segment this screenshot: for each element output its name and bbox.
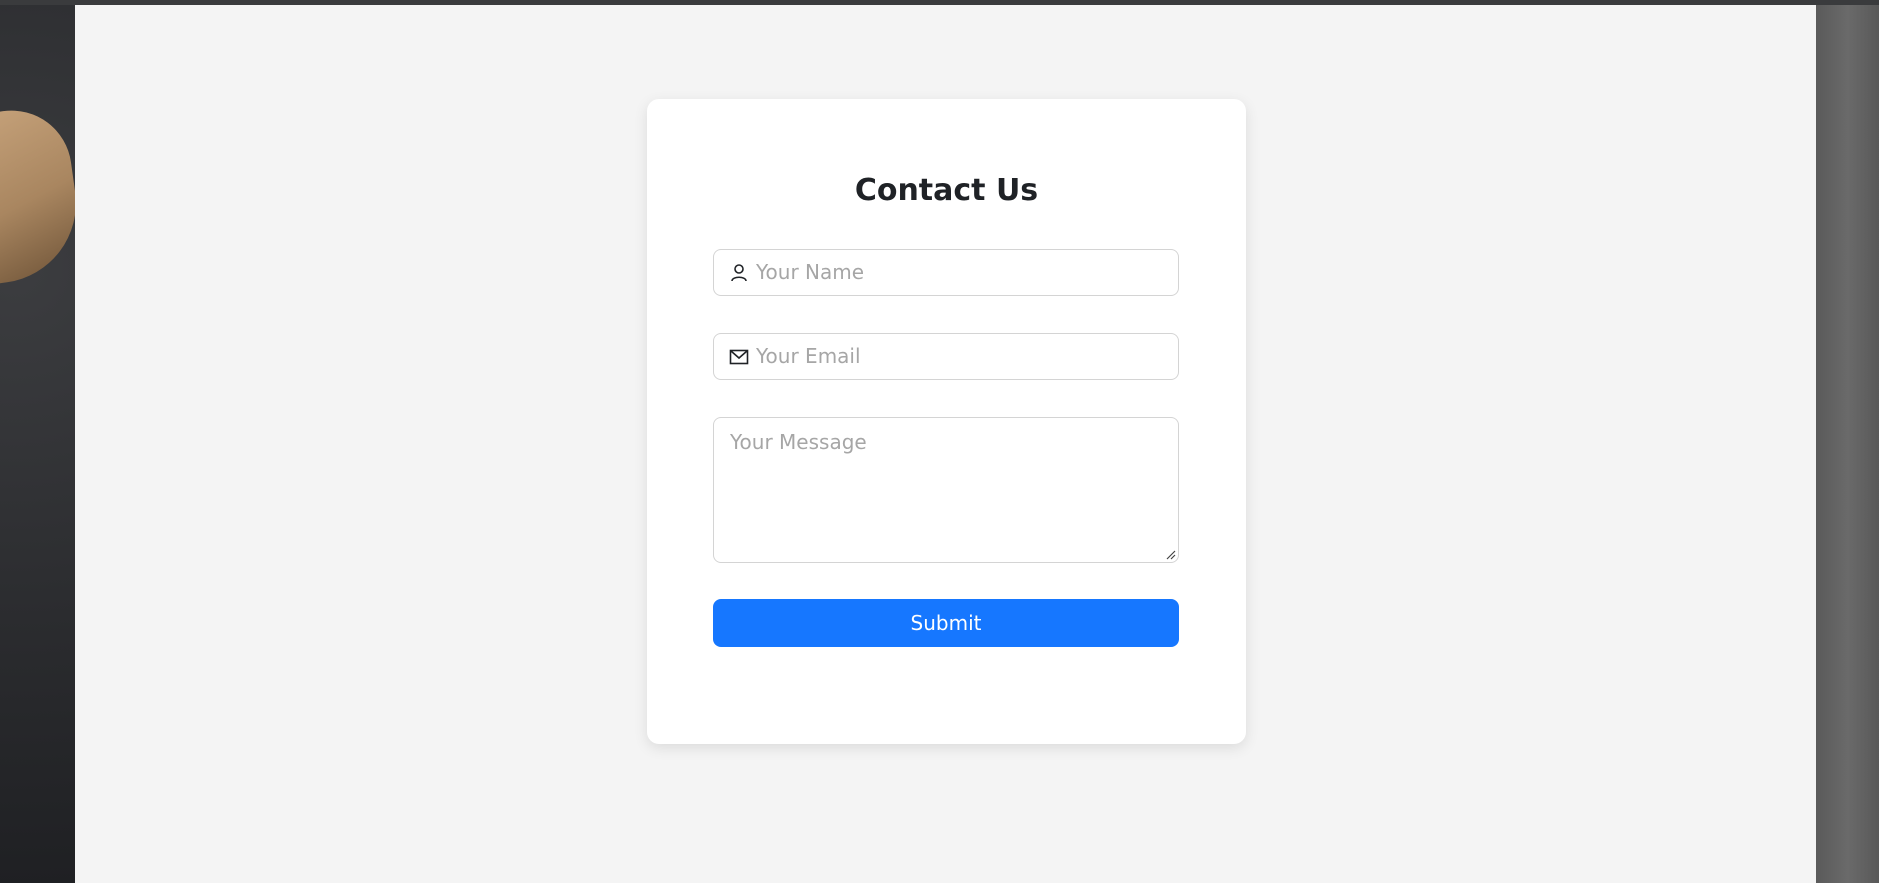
email-field[interactable]: Your Email xyxy=(713,333,1179,380)
background-photo-right xyxy=(1816,5,1879,883)
page-content: Contact Us Your Name Your Email Your Mes… xyxy=(75,5,1816,883)
email-input[interactable]: Your Email xyxy=(756,334,861,379)
background-photo-left xyxy=(0,5,75,883)
user-icon xyxy=(731,264,747,282)
name-field[interactable]: Your Name xyxy=(713,249,1179,296)
submit-button[interactable]: Submit xyxy=(713,599,1179,647)
message-placeholder: Your Message xyxy=(730,430,867,454)
mail-icon xyxy=(729,349,749,365)
contact-card: Contact Us Your Name Your Email Your Mes… xyxy=(647,99,1246,744)
name-input[interactable]: Your Name xyxy=(756,250,864,295)
resize-handle-icon[interactable] xyxy=(1164,548,1176,560)
contact-title: Contact Us xyxy=(854,173,1039,208)
fur-image-fragment xyxy=(0,102,75,288)
message-textarea[interactable]: Your Message xyxy=(713,417,1179,563)
